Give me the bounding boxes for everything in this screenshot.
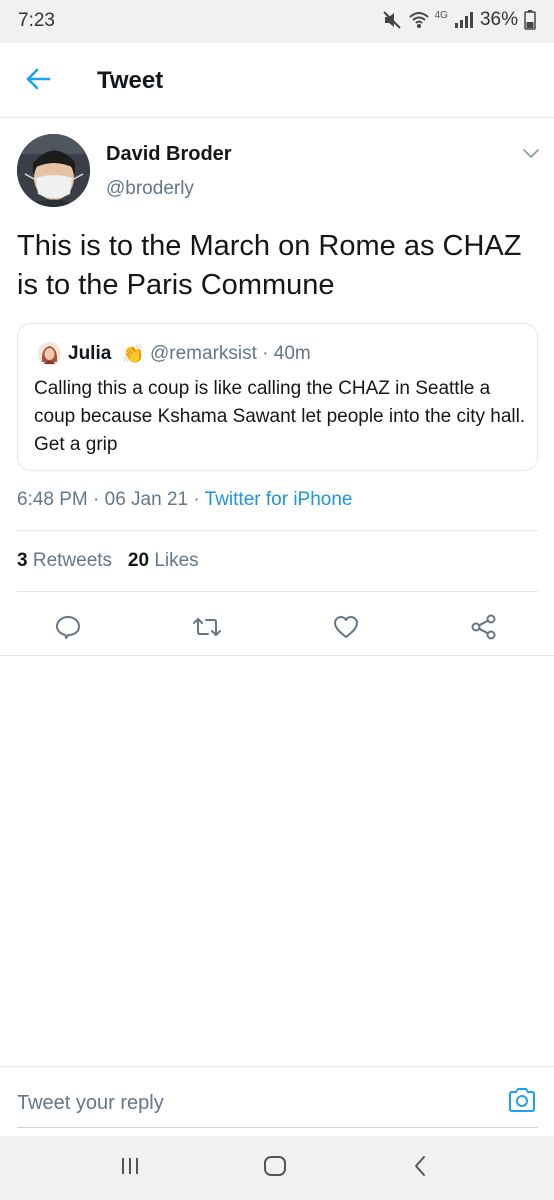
signal-icon: [454, 11, 474, 29]
camera-button[interactable]: [505, 1085, 539, 1119]
recents-icon: [119, 1156, 141, 1181]
system-nav-bar: [0, 1136, 554, 1200]
share-button[interactable]: [464, 609, 504, 649]
tweet-options-button[interactable]: [518, 145, 544, 165]
tweet-meta: 6:48 PM · 06 Jan 21 · Twitter for iPhone: [17, 489, 353, 511]
quoted-author-handle: @remarksist · 40m: [150, 343, 311, 364]
tweet-source-link[interactable]: Twitter for iPhone: [205, 489, 353, 510]
back-button[interactable]: [20, 65, 56, 97]
status-icons: 4G 36%: [382, 9, 536, 31]
tweet-stats: 3 Retweets 20 Likes: [17, 550, 199, 572]
back-chevron-icon: [412, 1155, 428, 1182]
mute-icon: [382, 11, 403, 29]
share-icon: [470, 613, 498, 646]
retweets-stat[interactable]: 3 Retweets: [17, 550, 112, 571]
home-icon: [263, 1155, 287, 1182]
status-time: 7:23: [18, 10, 55, 31]
divider: [17, 591, 538, 592]
retweets-label: Retweets: [27, 550, 113, 571]
meta-separator: ·: [188, 489, 205, 510]
retweet-button[interactable]: [187, 609, 227, 649]
heart-icon: [332, 614, 360, 645]
status-bar: 7:23 4G 36%: [0, 0, 554, 43]
clapping-hands-emoji: 👏: [122, 344, 145, 364]
likes-count: 20: [127, 550, 150, 571]
battery-icon: [524, 10, 536, 30]
reply-icon: [54, 613, 82, 646]
retweets-count: 3: [17, 550, 28, 571]
quoted-author-name: Julia: [68, 343, 112, 364]
tweet-actions: [0, 603, 554, 655]
like-button[interactable]: [326, 609, 366, 649]
quoted-tweet[interactable]: Julia 👏 @remarksist · 40m Calling this a…: [17, 323, 538, 471]
tweet-timestamp: 6:48 PM · 06 Jan 21: [17, 489, 189, 510]
wifi-icon: [408, 11, 429, 29]
reply-bar: [0, 1066, 554, 1136]
back-arrow-icon: [25, 68, 51, 95]
likes-stat[interactable]: 20 Likes: [128, 550, 199, 571]
page-title: Tweet: [97, 67, 164, 94]
recents-button[interactable]: [110, 1150, 150, 1186]
author-handle[interactable]: @broderly: [106, 178, 194, 200]
tweet-text: This is to the March on Rome as CHAZ is …: [17, 230, 522, 301]
network-type: 4G: [434, 9, 448, 21]
reply-button[interactable]: [48, 609, 88, 649]
author-name[interactable]: David Broder: [106, 143, 232, 166]
quoted-author-avatar: [38, 342, 61, 365]
retweet-icon: [191, 614, 223, 645]
divider: [17, 530, 538, 531]
battery-percent: 36%: [479, 9, 518, 30]
reply-input[interactable]: [17, 1085, 477, 1121]
home-button[interactable]: [255, 1150, 295, 1186]
likes-label: Likes: [149, 550, 199, 571]
chevron-down-icon: [523, 146, 539, 164]
divider: [0, 655, 554, 656]
camera-icon: [507, 1086, 537, 1119]
author-avatar[interactable]: [17, 134, 90, 207]
reply-underline: [17, 1127, 538, 1128]
app-header: Tweet: [0, 43, 554, 118]
quoted-tweet-text: Calling this a coup is like calling the …: [34, 378, 526, 455]
system-back-button[interactable]: [400, 1150, 440, 1186]
